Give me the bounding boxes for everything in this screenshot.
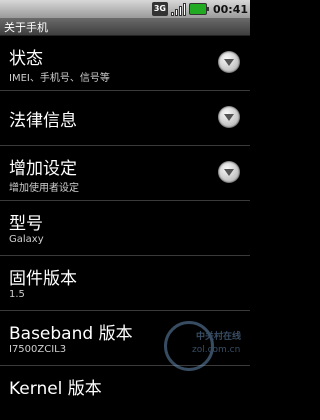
settings-item-subtitle: 增加使用者设定 [9,183,79,194]
watermark-url: zol.com.cn [192,345,241,355]
settings-item-title: 增加设定 [9,159,77,179]
battery-icon [188,3,209,15]
settings-item-kernel: Kernel 版本 [0,366,250,420]
clock: 00:41 [212,2,248,16]
settings-item-title: 状态 [9,49,43,69]
network-indicator: 3G [151,2,168,16]
settings-item-title: 固件版本 [9,269,77,289]
settings-item-value: I7500ZCIL3 [9,344,67,355]
settings-item-status[interactable]: 状态 IMEI、手机号、信号等 [0,36,250,91]
settings-item-add-settings[interactable]: 增加设定 增加使用者设定 [0,146,250,201]
status-bar: 3G 00:41 [0,0,250,18]
title-bar: 关于手机 [0,18,250,36]
settings-item-title: Baseband 版本 [9,324,133,344]
settings-item-model: 型号 Galaxy [0,201,250,256]
settings-item-value: 1.5 [9,289,25,300]
watermark: 中关村在线 zol.com.cn [164,311,242,371]
settings-item-title: 型号 [9,214,43,234]
page-title: 关于手机 [4,21,48,34]
settings-item-legal[interactable]: 法律信息 [0,91,250,146]
settings-item-subtitle: IMEI、手机号、信号等 [9,73,110,84]
chevron-down-icon [218,106,240,128]
status-icons: 3G 00:41 [151,1,248,17]
watermark-brand: 中关村在线 [196,332,242,342]
signal-strength-icon [170,2,186,16]
settings-item-firmware: 固件版本 1.5 [0,256,250,311]
settings-item-title: 法律信息 [9,111,77,131]
settings-item-value: Galaxy [9,234,44,245]
chevron-down-icon [218,161,240,183]
settings-item-title: Kernel 版本 [9,379,102,399]
chevron-down-icon [218,51,240,73]
